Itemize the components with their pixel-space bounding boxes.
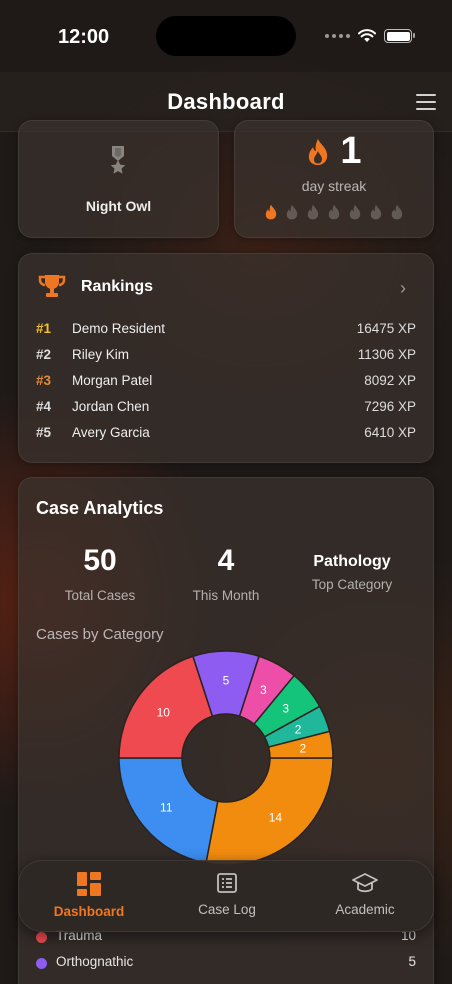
tab-bar: Dashboard Case Log Academic: [18, 860, 434, 932]
donut-slice-label: 3: [260, 683, 267, 697]
cases-by-category-title: Cases by Category: [36, 626, 164, 643]
ranking-position: #3: [36, 373, 52, 388]
this-month-label: This Month: [192, 588, 260, 603]
this-month-value: 4: [217, 544, 235, 577]
donut-slice-label: 3: [282, 702, 289, 716]
ranking-row: #2 Riley Kim 11306 XP: [36, 347, 416, 367]
streak-count: 1: [340, 130, 362, 172]
hamburger-menu-icon[interactable]: [416, 94, 436, 110]
case-analytics-title: Case Analytics: [36, 498, 164, 518]
legend-color-dot: [36, 932, 47, 943]
ranking-name: Demo Resident: [72, 321, 166, 336]
donut-slice-label: 11: [160, 800, 173, 814]
ranking-xp: 16475 XP: [356, 321, 416, 336]
ranking-xp: 7296 XP: [364, 399, 416, 414]
ranking-position: #1: [36, 321, 52, 336]
donut-slice-label: 2: [295, 722, 302, 736]
streak-day-inactive-icon: [328, 204, 340, 220]
ranking-position: #4: [36, 399, 52, 414]
ranking-name: Jordan Chen: [72, 399, 150, 414]
top-category-value: Pathology: [313, 553, 391, 570]
streak-day-inactive-icon: [307, 204, 319, 220]
ranking-name: Avery Garcia: [72, 425, 150, 440]
ranking-xp: 6410 XP: [364, 425, 416, 440]
ranking-position: #2: [36, 347, 52, 362]
ranking-position: #5: [36, 425, 52, 440]
tab-dashboard[interactable]: Dashboard: [29, 871, 149, 927]
ranking-name: Morgan Patel: [72, 373, 153, 388]
badge-card[interactable]: [18, 120, 219, 238]
legend-name: Orthognathic: [56, 954, 134, 969]
battery-icon: [384, 29, 415, 43]
streak-day-inactive-icon: [391, 204, 403, 220]
streak-day-active-icon: [265, 204, 277, 220]
graduation-cap-icon: [352, 873, 378, 893]
donut-slice-label: 2: [300, 741, 307, 755]
streak-day-inactive-icon: [349, 204, 361, 220]
legend-color-dot: [36, 958, 47, 969]
ranking-name: Riley Kim: [72, 347, 130, 362]
streak-week-indicator: [234, 204, 434, 220]
status-bar: 12:00: [0, 0, 452, 72]
ranking-row: #1 Demo Resident 16475 XP: [36, 321, 416, 341]
tab-academic[interactable]: Academic: [305, 871, 425, 927]
legend-item: Orthognathic 5: [36, 954, 416, 974]
dynamic-island: [156, 16, 296, 56]
streak-label: day streak: [301, 178, 367, 194]
medal-icon: [110, 146, 126, 174]
total-cases-label: Total Cases: [64, 588, 136, 603]
wifi-icon: [358, 29, 376, 42]
trophy-icon: [38, 275, 66, 297]
legend-value: 5: [408, 954, 416, 969]
donut-slice-label: 5: [223, 674, 230, 688]
ranking-xp: 11306 XP: [357, 347, 416, 362]
category-donut-chart: 14111053322: [118, 650, 334, 866]
signal-icon: [325, 34, 350, 38]
streak-header: 1: [234, 130, 434, 173]
top-category-label: Top Category: [311, 577, 393, 592]
status-time: 12:00: [58, 26, 110, 48]
streak-day-inactive-icon: [370, 204, 382, 220]
total-cases-value: 50: [83, 544, 117, 577]
ranking-xp: 8092 XP: [364, 373, 416, 388]
donut-slice-label: 10: [157, 705, 171, 719]
dashboard-icon: [77, 872, 101, 896]
streak-day-inactive-icon: [286, 204, 298, 220]
status-icons: [325, 29, 415, 43]
badge-name: Night Owl: [85, 198, 152, 214]
ranking-row: #5 Avery Garcia 6410 XP: [36, 425, 416, 445]
tab-case-log-label: Case Log: [198, 902, 256, 917]
tab-dashboard-label: Dashboard: [53, 904, 125, 919]
ranking-row: #3 Morgan Patel 8092 XP: [36, 373, 416, 393]
donut-slice-label: 14: [269, 811, 283, 825]
ranking-row: #4 Jordan Chen 7296 XP: [36, 399, 416, 419]
chevron-right-icon[interactable]: ›: [400, 278, 406, 299]
rankings-title: Rankings: [81, 278, 154, 295]
page-title: Dashboard: [167, 89, 285, 114]
case-log-icon: [217, 873, 237, 893]
flame-icon: [309, 138, 328, 165]
tab-case-log[interactable]: Case Log: [167, 871, 287, 927]
tab-academic-label: Academic: [335, 902, 395, 917]
